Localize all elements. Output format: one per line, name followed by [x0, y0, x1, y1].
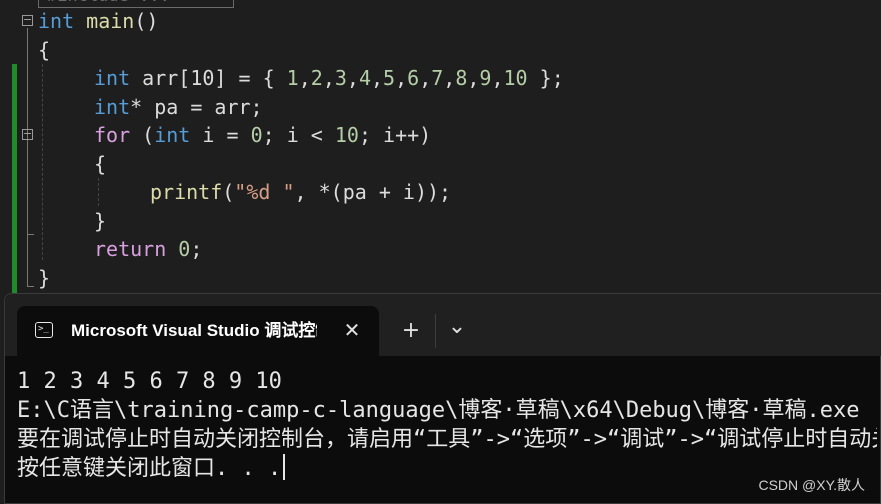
code-token: ( [130, 123, 155, 147]
code-token: 5 [383, 66, 396, 90]
code-token: } [94, 209, 107, 233]
code-token: ( [222, 180, 235, 204]
new-tab-button[interactable]: + [393, 316, 429, 348]
code-token: 10 [334, 123, 359, 147]
code-token: 7 [431, 66, 444, 90]
watermark: CSDN @XY.散人 [758, 477, 865, 493]
code-token: int [38, 9, 75, 33]
code-token: return [94, 237, 167, 261]
terminal-tab[interactable]: >_ Microsoft Visual Studio 调试控制台 ✕ [17, 306, 379, 356]
code-token: 1 [286, 66, 299, 90]
code-line[interactable]: printf("%d ", *(pa + i)); [0, 178, 881, 206]
code-token: , *(pa + i)); [294, 180, 452, 204]
code-token: { [94, 152, 107, 176]
code-text: { [38, 36, 50, 64]
code-token: int [154, 123, 191, 147]
code-token: 6 [407, 66, 420, 90]
console-output-line: E:\C语言\training-camp-c-language\博客·草稿\x6… [17, 398, 860, 423]
terminal-tab-bar: >_ Microsoft Visual Studio 调试控制台 ✕ + ⌄ [5, 294, 881, 356]
code-token: { [38, 38, 51, 62]
code-token: main [86, 9, 135, 33]
code-text: return 0; [94, 235, 202, 263]
code-line[interactable]: for (int i = 0; i < 10; i++) [0, 121, 881, 149]
code-text: printf("%d ", *(pa + i)); [150, 178, 451, 206]
code-token: 3 [334, 66, 347, 90]
terminal-icon: >_ [35, 322, 53, 338]
code-token: () [134, 9, 159, 33]
text-cursor [283, 454, 286, 480]
code-token: , [491, 66, 504, 90]
code-token: , [371, 66, 384, 90]
code-token: printf [150, 180, 223, 204]
code-line[interactable]: { [0, 36, 881, 64]
code-token: i = [190, 123, 251, 147]
tab-dropdown-chevron-down-icon[interactable]: ⌄ [439, 312, 475, 344]
code-token: int [94, 66, 131, 90]
code-token: } [38, 266, 51, 290]
code-text: { [94, 150, 106, 178]
close-tab-icon[interactable]: ✕ [337, 306, 367, 356]
code-line[interactable]: int arr[10] = { 1,2,3,4,5,6,7,8,9,10 }; [0, 64, 881, 92]
code-token: 8 [455, 66, 468, 90]
code-token: for [94, 123, 131, 147]
tab-title: Microsoft Visual Studio 调试控制台 [71, 321, 317, 340]
code-token: 10 [503, 66, 528, 90]
code-text: for (int i = 0; i < 10; i++) [94, 121, 431, 149]
code-editor[interactable]: #include ... − − int main(){int arr[10] … [0, 0, 881, 300]
code-token: " [234, 180, 247, 204]
console-output-line: 按任意键关闭此窗口. . . [17, 454, 877, 483]
code-text: } [38, 264, 50, 292]
code-token: ; i++) [358, 123, 432, 147]
code-token: , [443, 66, 456, 90]
code-text: int main() [38, 7, 158, 35]
code-token: 0 [250, 123, 263, 147]
console-prompt-text: 按任意键关闭此窗口. . . [17, 456, 282, 481]
code-token: , [322, 66, 335, 90]
debug-console-window[interactable]: >_ Microsoft Visual Studio 调试控制台 ✕ + ⌄ 1… [4, 293, 881, 504]
code-token: 9 [479, 66, 492, 90]
code-text: int arr[10] = { 1,2,3,4,5,6,7,8,9,10 }; [94, 64, 564, 92]
code-token: ; i < [262, 123, 335, 147]
code-token: arr[10] = { [142, 66, 287, 90]
code-line[interactable]: int main() [0, 7, 881, 35]
code-token: %d [246, 180, 271, 204]
code-text: int* pa = arr; [94, 93, 263, 121]
code-token: }; [527, 66, 564, 90]
code-token: , [395, 66, 408, 90]
code-token: , [346, 66, 359, 90]
code-line[interactable]: { [0, 150, 881, 178]
tab-divider [435, 314, 436, 348]
code-line[interactable]: return 0; [0, 235, 881, 263]
code-token: , [298, 66, 311, 90]
code-token: 4 [358, 66, 371, 90]
code-token: * pa = arr; [130, 95, 263, 119]
console-output-line: 要在调试停止时自动关闭控制台，请启用“工具”->“选项”->“调试”->“调试停… [17, 427, 877, 452]
code-line[interactable]: } [0, 207, 881, 235]
code-line[interactable]: int* pa = arr; [0, 93, 881, 121]
code-text: } [94, 207, 106, 235]
console-output-line: 1 2 3 4 5 6 7 8 9 10 [17, 369, 282, 394]
code-token: " [270, 180, 295, 204]
code-token: , [467, 66, 480, 90]
code-token: ; [190, 237, 203, 261]
code-line[interactable]: } [0, 264, 881, 292]
code-token: int [94, 95, 131, 119]
code-token: 0 [178, 237, 191, 261]
code-token: 2 [310, 66, 323, 90]
code-token: , [419, 66, 432, 90]
